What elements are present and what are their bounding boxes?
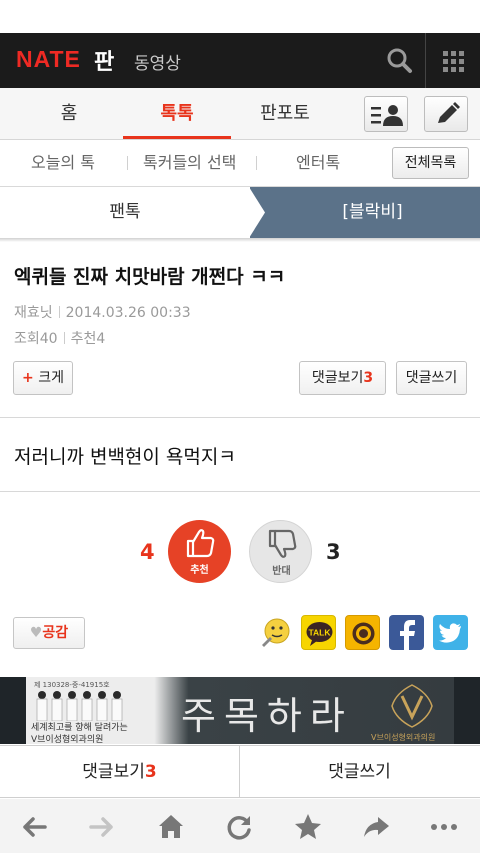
article-meta-author-date: 재효닛 2014.03.26 00:33 [14,302,191,322]
main-tabs: 홈 톡톡 판포토 [0,88,480,140]
article-title: 엑퀴들 진짜 치맛바람 개쩐다 ㅋㅋ [14,266,286,288]
divider [0,417,480,418]
star-icon [295,814,321,839]
oppose-button[interactable]: 반대 [249,520,312,583]
heart-icon: ♥ [29,625,43,641]
article-author[interactable]: 재효닛 [14,305,53,321]
active-tab-indicator [123,136,231,139]
ad-headline: 주목하라 [181,694,353,738]
ad-clinic-name: V브이성형외과의원 [31,735,104,744]
kakaostory-icon [352,622,375,645]
empathy-button[interactable]: ♥공감 [13,617,85,649]
search-icon [387,48,412,73]
sub-navigation: 오늘의 톡 톡커들의 선택 엔터톡 전체목록 [0,140,480,187]
recommend-count: 4 [96,331,106,347]
category-fantalk[interactable]: 팬톡 [0,187,250,238]
share-arrow-icon [364,817,389,837]
tab-home[interactable]: 홈 [14,88,124,140]
subnav-enter-talk[interactable]: 엔터톡 [296,140,340,187]
twitter-icon [439,623,461,643]
empathy-label: 공감 [42,625,69,641]
view-comments-button[interactable]: 댓글보기3 [299,361,386,395]
downvote-count: 3 [326,540,341,564]
section-video-link[interactable]: 동영상 [134,49,181,74]
tab-toktok[interactable]: 톡톡 [123,88,231,140]
category-shadow [0,238,480,242]
clinic-logo-icon [391,684,433,728]
facebook-icon [400,620,415,650]
article-body: 저러니까 변백현이 욕먹지ㅋ [14,446,236,468]
grid-icon [443,51,464,72]
views-label: 조회 [14,331,40,347]
recommend-label: 추천 [70,331,97,347]
thumbs-up-icon [186,529,215,558]
recommend-button[interactable]: 추천 [168,520,231,583]
meta-divider [63,332,65,344]
pan-logo[interactable]: 판 [94,44,114,76]
view-comments-tab-count: 3 [144,762,157,782]
twitter-share-button[interactable] [433,615,468,650]
user-list-icon [371,105,403,126]
kakaotalk-icon: TALK [306,622,333,646]
back-button[interactable] [16,809,52,845]
write-post-button[interactable] [424,96,468,132]
search-button[interactable] [376,33,424,88]
oppose-label: 반대 [272,566,291,577]
article-meta-stats: 조회40 추천4 [14,328,105,348]
divider [0,491,480,492]
bigger-text-label: 크게 [38,370,64,386]
pencil-icon [438,102,460,123]
doctors-group-image [36,691,123,721]
facebook-share-button[interactable] [389,615,424,650]
views-count: 40 [39,331,58,347]
comment-action-bar: 댓글보기3 댓글쓰기 [0,745,480,798]
more-options-button[interactable] [426,809,462,845]
bigger-text-button[interactable]: + 크게 [13,361,73,395]
view-comments-tab[interactable]: 댓글보기3 [0,746,239,798]
svg-text:TALK: TALK [308,628,331,638]
upvote-count: 4 [140,540,155,564]
emoticon-share-button[interactable] [258,615,293,650]
subnav-talkers-choice[interactable]: 톡커들의 선택 [143,140,236,187]
category-blockb[interactable]: [블락비] [265,187,480,238]
plus-icon: + [22,370,34,386]
forward-button[interactable] [84,809,120,845]
subnav-divider [127,156,128,170]
subnav-today-talk[interactable]: 오늘의 톡 [31,140,95,187]
emoticon-icon [262,618,290,647]
refresh-button[interactable] [221,809,257,845]
app-header: NATE 판 동영상 [0,33,480,88]
view-comments-tab-label: 댓글보기 [82,762,145,782]
share-button[interactable] [358,809,394,845]
status-bar [0,0,480,33]
my-profile-button[interactable] [364,96,408,132]
subnav-divider [256,156,257,170]
thumbs-down-icon [268,529,297,558]
home-button[interactable] [153,809,189,845]
arrow-right-icon [89,817,113,837]
more-dots-icon [431,824,457,830]
home-icon [159,815,183,838]
tab-panphoto[interactable]: 판포토 [230,88,340,140]
write-comment-tab[interactable]: 댓글쓰기 [240,746,479,798]
kakaotalk-share-button[interactable]: TALK [301,615,336,650]
arrow-left-icon [23,817,47,837]
ad-banner[interactable]: 제 130328-중-41915호 세계최고를 향해 달려가는 V브이성형외과의… [0,677,480,744]
kakaostory-share-button[interactable] [345,615,380,650]
recommend-label: 추천 [190,565,209,576]
refresh-icon [227,816,251,840]
menu-grid-button[interactable] [426,33,480,88]
comment-count: 3 [363,370,374,386]
bookmark-button[interactable] [290,809,326,845]
category-strip: 팬톡 [블락비] [0,187,480,238]
ad-brand: V브이성형외과의원 [371,733,436,742]
all-list-button[interactable]: 전체목록 [392,147,469,179]
nate-logo[interactable]: NATE [16,46,81,73]
article-date: 2014.03.26 00:33 [65,305,191,321]
meta-divider [58,306,60,318]
write-comment-button[interactable]: 댓글쓰기 [396,361,467,395]
view-comments-label: 댓글보기 [311,370,364,386]
browser-toolbar [0,799,480,853]
ad-content: 제 130328-중-41915호 세계최고를 향해 달려가는 V브이성형외과의… [26,677,454,744]
